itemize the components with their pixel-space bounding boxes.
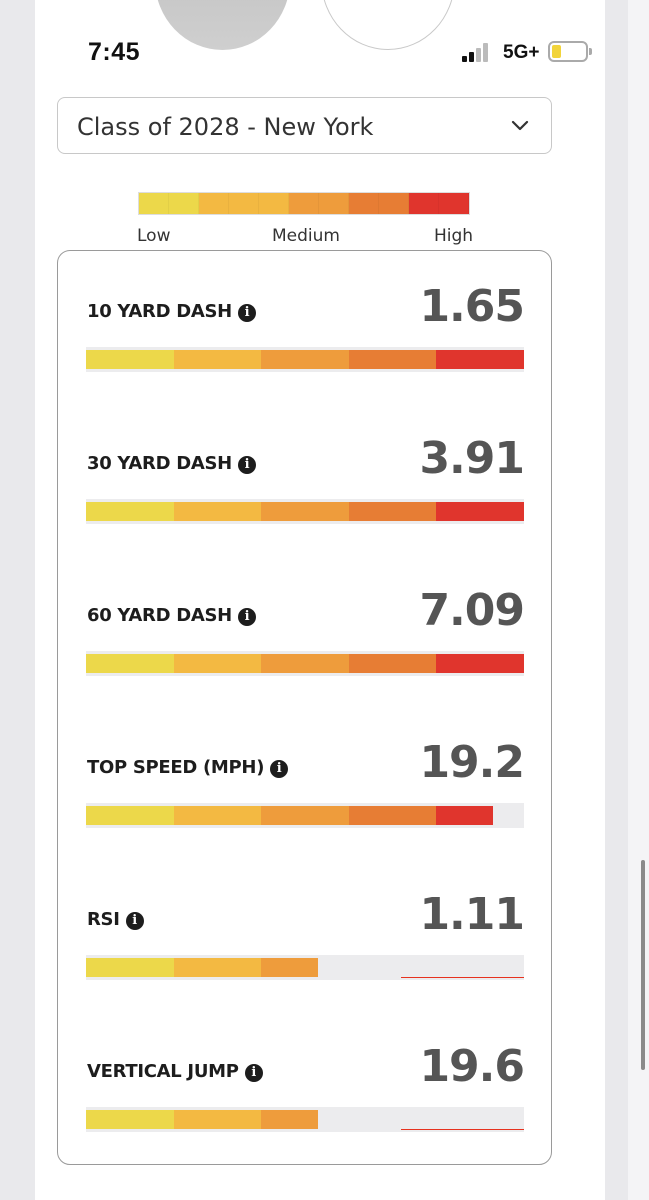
level-segment	[173, 958, 262, 977]
level-segment	[86, 1110, 174, 1129]
signal-icon	[462, 42, 494, 62]
metric-label-text: VERTICAL JUMP	[87, 1061, 239, 1082]
right-edge	[628, 0, 649, 1200]
metric-label: RSI i	[87, 909, 144, 930]
metric-label-text: 10 YARD DASH	[87, 301, 232, 322]
level-segment	[261, 502, 349, 521]
metric-value: 3.91	[419, 433, 525, 484]
level-segment	[261, 1110, 319, 1129]
level-segment	[173, 502, 262, 521]
legend-high: High	[434, 226, 474, 246]
level-segment	[261, 654, 349, 673]
metric-level-bar	[86, 347, 524, 372]
metric-label-text: RSI	[87, 909, 120, 930]
level-segment	[173, 654, 262, 673]
legend-color-scale	[138, 192, 470, 215]
metric-value: 1.65	[419, 281, 525, 332]
info-icon[interactable]: i	[270, 760, 289, 778]
level-segment	[261, 958, 319, 977]
level-segment	[173, 806, 262, 825]
metric-value: 1.11	[419, 889, 525, 940]
level-segment	[348, 350, 437, 369]
info-icon[interactable]: i	[237, 304, 256, 322]
scrollbar[interactable]	[641, 860, 645, 1070]
level-segment	[348, 806, 437, 825]
class-select[interactable]: Class of 2028 - New York	[57, 97, 552, 154]
class-select-value: Class of 2028 - New York	[77, 113, 374, 141]
legend-low: Low	[137, 226, 171, 246]
metric-level-bar	[86, 651, 524, 676]
metric-label-text: 30 YARD DASH	[87, 453, 232, 474]
level-segment	[261, 806, 349, 825]
metric-value: 7.09	[419, 585, 525, 636]
metric-label: 10 YARD DASH i	[87, 301, 256, 322]
level-segment	[173, 1110, 262, 1129]
legend-medium: Medium	[272, 226, 340, 246]
level-segment	[436, 654, 524, 673]
level-segment	[86, 654, 174, 673]
metric-level-bar	[86, 1107, 524, 1132]
metric-level-bar	[86, 499, 524, 524]
level-segment	[436, 806, 494, 825]
level-segment	[86, 350, 174, 369]
level-segment	[348, 502, 437, 521]
level-segment	[436, 502, 524, 521]
battery-icon	[548, 41, 592, 62]
info-icon[interactable]: i	[237, 608, 256, 626]
info-icon[interactable]: i	[237, 456, 256, 474]
metric-level-bar	[86, 955, 524, 980]
level-segment	[261, 350, 349, 369]
chevron-down-icon	[511, 120, 529, 131]
level-segment	[173, 350, 262, 369]
metric-label: 30 YARD DASH i	[87, 453, 256, 474]
metric-value: 19.2	[419, 737, 525, 788]
metric-value: 19.6	[419, 1041, 525, 1092]
level-segment	[436, 350, 524, 369]
metric-label: TOP SPEED (MPH) i	[87, 757, 289, 778]
metric-label: VERTICAL JUMP i	[87, 1061, 263, 1082]
metric-level-bar	[86, 803, 524, 828]
threshold-line	[401, 977, 524, 978]
metric-label-text: TOP SPEED (MPH)	[87, 757, 265, 778]
network-type: 5G+	[503, 42, 540, 63]
level-segment	[86, 806, 174, 825]
metric-label-text: 60 YARD DASH	[87, 605, 232, 626]
threshold-line	[401, 1129, 524, 1130]
info-icon[interactable]: i	[125, 912, 144, 930]
metric-label: 60 YARD DASH i	[87, 605, 256, 626]
level-segment	[86, 502, 174, 521]
level-segment	[86, 958, 174, 977]
metrics-card: 10 YARD DASH i 1.65 30 YARD DASH i 3.91 60 YAR…	[57, 250, 552, 1165]
level-segment	[348, 654, 437, 673]
status-time: 7:45	[88, 38, 141, 66]
info-icon[interactable]: i	[244, 1064, 263, 1082]
